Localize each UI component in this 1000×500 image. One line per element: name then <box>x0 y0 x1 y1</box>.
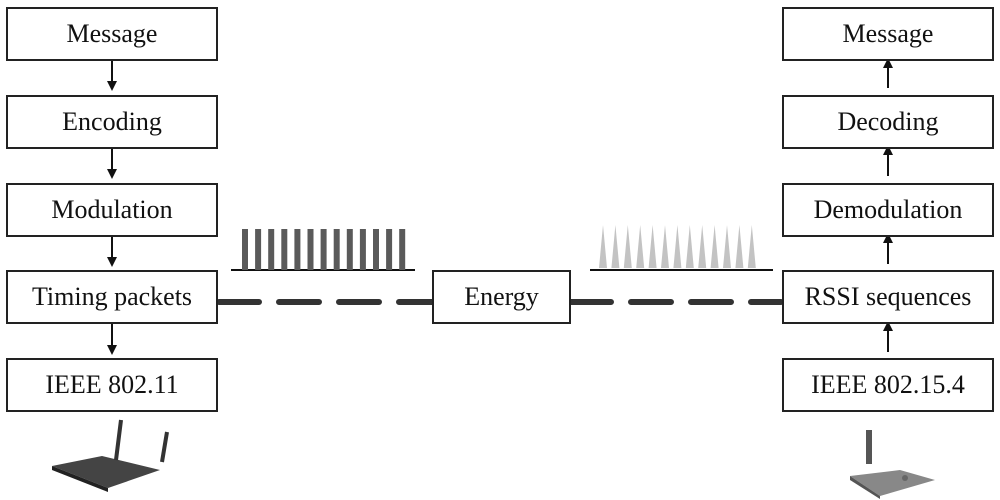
tx-signal-bar <box>346 229 353 270</box>
tx-signal-bar <box>333 229 340 270</box>
rx-signal-spike <box>599 225 607 268</box>
tx-signal-bar <box>268 229 275 270</box>
rx-ieee802154-block: IEEE 802.15.4 <box>782 358 994 412</box>
rx-signal-spike <box>698 225 707 268</box>
rx-demodulation-block: Demodulation <box>782 183 994 237</box>
rx-rssi-sequences-label: RSSI sequences <box>804 282 972 311</box>
rx-demodulation-label: Demodulation <box>813 195 963 224</box>
channel-energy-label: Energy <box>464 282 539 311</box>
tx-signal-bar <box>242 229 248 270</box>
rx-signal-spike <box>723 225 731 268</box>
rx-decoding-block: Decoding <box>782 95 994 149</box>
tx-signal-bar <box>386 229 393 270</box>
tx-signal-bar <box>307 229 314 270</box>
tx-signal-bar <box>359 229 366 270</box>
tx-signal-bar <box>373 229 379 270</box>
wifi-router-icon <box>52 419 169 492</box>
rx-message-label: Message <box>842 19 934 48</box>
rx-signal-spike <box>611 225 620 268</box>
tx-signal-bar <box>399 229 406 270</box>
tx-signal-bar <box>294 229 301 270</box>
rx-signal-spike <box>673 225 682 268</box>
tx-timing-packets-block: Timing packets <box>6 270 218 324</box>
rx-signal-spike <box>648 225 657 268</box>
tx-encoding-block: Encoding <box>6 95 218 149</box>
tx-signal-bar <box>320 229 327 270</box>
tx-signal-bar <box>281 229 288 270</box>
rx-signal-spike <box>685 225 694 268</box>
zigbee-node-icon <box>850 430 935 499</box>
rx-signal-spikes <box>599 225 756 268</box>
tx-ieee80211-label: IEEE 802.11 <box>45 370 179 399</box>
rx-signal-spike <box>661 225 669 268</box>
rx-signal-spike <box>747 225 756 268</box>
rx-signal-spike <box>623 225 632 268</box>
rx-signal-spike <box>636 225 645 268</box>
tx-message-block: Message <box>6 7 218 61</box>
tx-encoding-label: Encoding <box>62 107 162 136</box>
rx-signal-spike <box>735 225 744 268</box>
tx-signal-bars <box>242 229 406 270</box>
tx-timing-packets-label: Timing packets <box>31 282 193 311</box>
tx-message-label: Message <box>66 19 158 48</box>
rx-ieee802154-label: IEEE 802.15.4 <box>811 370 965 399</box>
rx-decoding-label: Decoding <box>837 107 939 136</box>
tx-ieee80211-block: IEEE 802.11 <box>6 358 218 412</box>
rx-message-block: Message <box>782 7 994 61</box>
rx-rssi-sequences-block: RSSI sequences <box>782 270 994 324</box>
tx-modulation-label: Modulation <box>51 195 173 224</box>
diagram-connectors <box>52 58 935 499</box>
channel-energy-block: Energy <box>432 270 571 324</box>
tx-modulation-block: Modulation <box>6 183 218 237</box>
rx-signal-spike <box>710 225 719 268</box>
tx-signal-bar <box>255 229 262 270</box>
